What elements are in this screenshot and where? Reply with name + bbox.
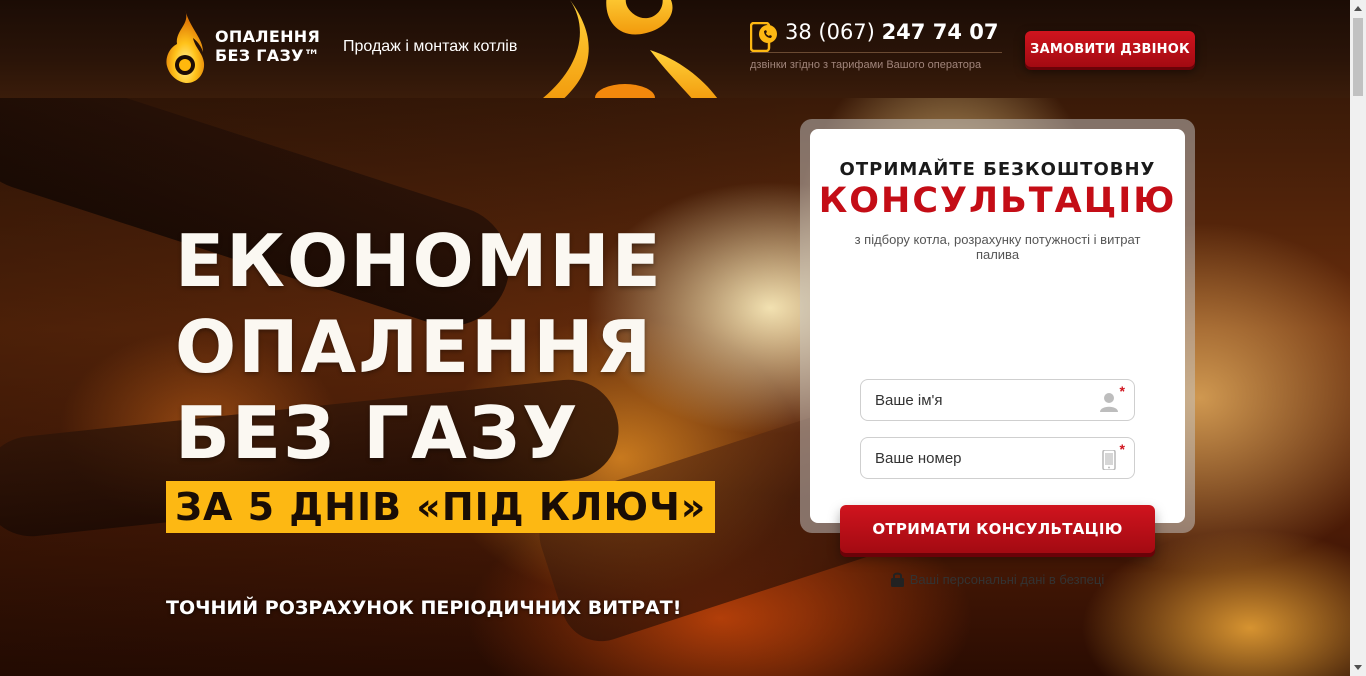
phone-divider — [750, 52, 1002, 53]
consultation-form: ОТРИМАЙТЕ БЕЗКОШТОВНУ КОНСУЛЬТАЦІЮ з під… — [810, 129, 1185, 587]
scroll-thumb[interactable] — [1353, 18, 1363, 96]
logo-line2: БЕЗ ГАЗУ™ — [215, 46, 321, 65]
headline-line: ОПАЛЕННЯ — [175, 305, 654, 389]
phone-note: дзвінки згідно з тарифами Вашого операто… — [750, 59, 982, 71]
flame-logo-icon — [166, 10, 205, 83]
hero-headline: ЕКОНОМНЕ ОПАЛЕННЯ БЕЗ ГАЗУ — [175, 218, 663, 476]
flame-decoration-icon — [542, 0, 718, 98]
user-icon — [1100, 393, 1118, 412]
page-scrollbar[interactable] — [1350, 0, 1366, 676]
phone-number[interactable]: 38 (067) 247 74 07 — [785, 20, 998, 44]
name-input[interactable] — [861, 380, 1134, 420]
required-mark: * — [1119, 383, 1125, 399]
logo-line1: ОПАЛЕННЯ — [215, 27, 321, 46]
headline-line: БЕЗ ГАЗУ — [175, 391, 580, 475]
name-field: * — [860, 379, 1135, 421]
phone-field: * — [860, 437, 1135, 479]
order-callback-button[interactable]: ЗАМОВИТИ ДЗВІНОК — [1025, 31, 1195, 67]
site-logo[interactable]: ОПАЛЕННЯ БЕЗ ГАЗУ™ — [163, 8, 320, 84]
site-tagline: Продаж і монтаж котлів — [343, 38, 518, 55]
mobile-icon — [1102, 450, 1116, 470]
privacy-note: Ваші персональні дані в безпеці — [810, 571, 1185, 587]
scroll-down-icon[interactable] — [1350, 659, 1366, 676]
phone-prefix: 38 (067) — [785, 20, 875, 44]
form-title-accent: КОНСУЛЬТАЦІЮ — [818, 181, 1177, 221]
scroll-up-icon[interactable] — [1350, 0, 1366, 17]
hero-band: ЗА 5 ДНІВ «ПІД КЛЮЧ» — [166, 481, 716, 533]
form-description: з підбору котла, розрахунку потужності і… — [854, 232, 1141, 262]
hero-subline: ТОЧНИЙ РОЗРАХУНОК ПЕРІОДИЧНИХ ВИТРАТ! — [166, 597, 682, 619]
lock-icon — [890, 572, 904, 587]
phone-icon — [750, 22, 777, 52]
headline-line: ЕКОНОМНЕ — [175, 219, 663, 303]
form-title: ОТРИМАЙТЕ БЕЗКОШТОВНУ — [839, 159, 1156, 180]
privacy-text: Ваші персональні дані в безпеці — [909, 571, 1105, 587]
site-header: ОПАЛЕННЯ БЕЗ ГАЗУ™ Продаж і монтаж котлі… — [0, 0, 1350, 98]
phone-main: 247 74 07 — [881, 20, 999, 44]
required-mark: * — [1119, 441, 1125, 457]
phone-input[interactable] — [861, 438, 1134, 478]
get-consultation-button[interactable]: ОТРИМАТИ КОНСУЛЬТАЦІЮ — [840, 505, 1155, 553]
